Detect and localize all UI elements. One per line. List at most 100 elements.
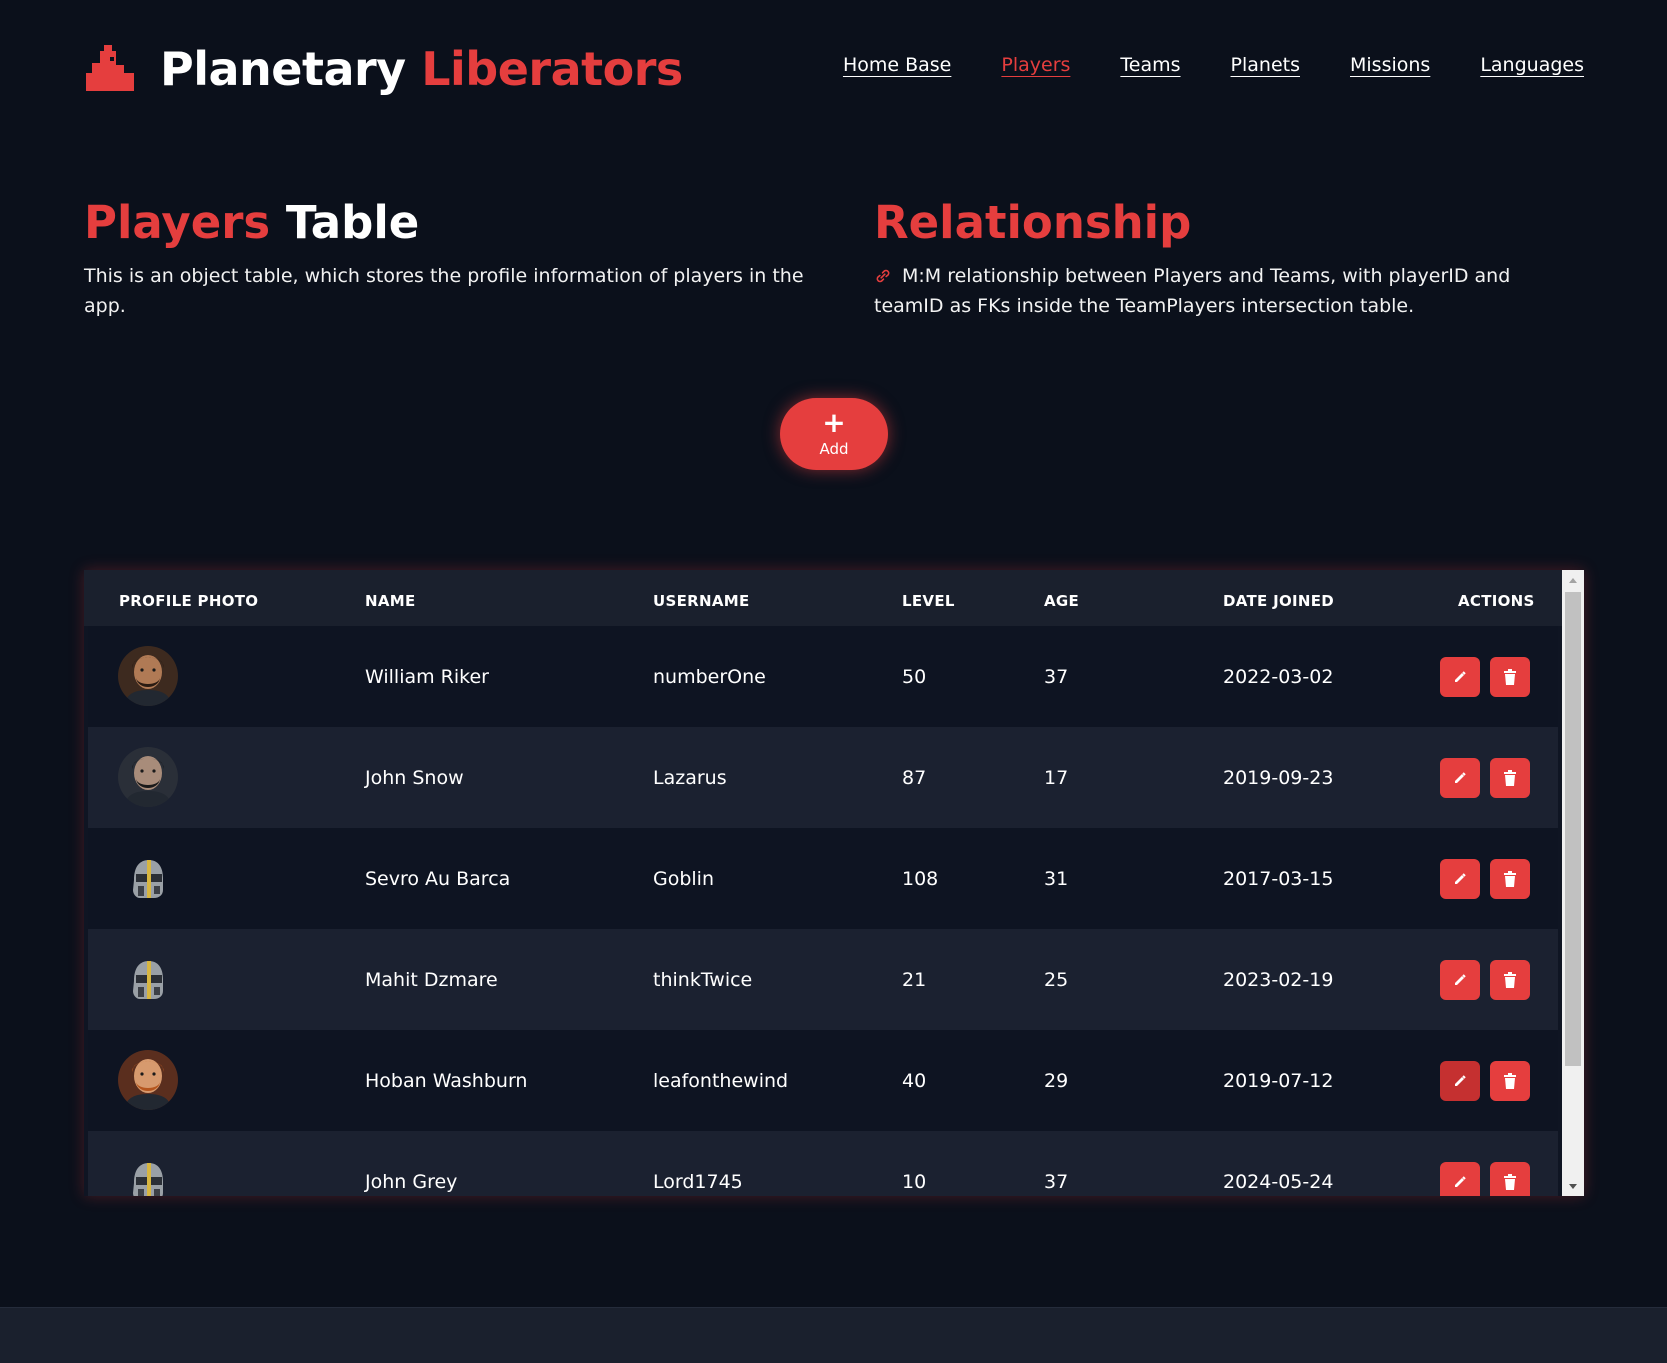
cell-name: Sevro Au Barca xyxy=(365,868,511,890)
cell-username: leafonthewind xyxy=(653,1070,789,1092)
cell-name: William Riker xyxy=(365,666,489,688)
player-avatar xyxy=(118,747,178,807)
main-nav: Home Base Players Teams Planets Missions… xyxy=(843,54,1584,76)
trash-icon xyxy=(1503,871,1517,887)
cell-name: John Snow xyxy=(365,767,464,789)
cell-age: 29 xyxy=(1044,1070,1069,1092)
table-body: William Riker numberOne 50 37 2022-03-02 John… xyxy=(88,626,1558,1196)
relationship-paragraph: M:M relationship between Players and Tea… xyxy=(874,261,1574,321)
pencil-icon xyxy=(1453,670,1467,684)
cell-level: 50 xyxy=(902,666,927,688)
nav-home-base[interactable]: Home Base xyxy=(843,54,951,76)
table-scrollbar[interactable] xyxy=(1562,570,1584,1196)
trash-icon xyxy=(1503,770,1517,786)
table-header: PROFILE PHOTO NAME USERNAME LEVEL AGE DA… xyxy=(84,570,1562,626)
brand-word-2: Liberators xyxy=(421,42,683,96)
trash-icon xyxy=(1503,972,1517,988)
pencil-icon xyxy=(1453,1074,1467,1088)
brand-logo[interactable]: Planetary Liberators xyxy=(84,42,683,96)
edit-button[interactable] xyxy=(1440,758,1480,798)
col-age: AGE xyxy=(1044,592,1080,610)
cell-level: 21 xyxy=(902,969,927,991)
edit-button[interactable] xyxy=(1440,859,1480,899)
cell-age: 37 xyxy=(1044,1171,1069,1193)
edit-button[interactable] xyxy=(1440,1162,1480,1196)
cell-username: numberOne xyxy=(653,666,766,688)
trash-icon xyxy=(1503,669,1517,685)
delete-button[interactable] xyxy=(1490,758,1530,798)
scroll-thumb[interactable] xyxy=(1565,592,1581,1066)
cell-level: 40 xyxy=(902,1070,927,1092)
rocket-castle-icon xyxy=(86,45,134,91)
player-avatar xyxy=(118,1050,178,1110)
col-username: USERNAME xyxy=(653,592,750,610)
cell-username: Lord1745 xyxy=(653,1171,743,1193)
player-avatar xyxy=(118,1151,178,1196)
table-row: Mahit Dzmare thinkTwice 21 25 2023-02-19 xyxy=(88,929,1558,1030)
col-level: LEVEL xyxy=(902,592,955,610)
scroll-up-arrow-icon[interactable] xyxy=(1562,570,1584,590)
col-profile-photo: PROFILE PHOTO xyxy=(119,592,259,610)
title-players: Players xyxy=(84,196,271,249)
delete-button[interactable] xyxy=(1490,657,1530,697)
cell-date-joined: 2019-07-12 xyxy=(1223,1070,1334,1092)
cell-level: 10 xyxy=(902,1171,927,1193)
trash-icon xyxy=(1503,1073,1517,1089)
pencil-icon xyxy=(1453,1175,1467,1189)
delete-button[interactable] xyxy=(1490,960,1530,1000)
title-table: Table xyxy=(285,196,420,249)
edit-button[interactable] xyxy=(1440,960,1480,1000)
brand-word-1: Planetary xyxy=(160,42,406,96)
add-player-button[interactable]: + Add xyxy=(780,398,888,470)
relationship-title: Relationship xyxy=(874,196,1192,249)
relationship-intro: Relationship M:M relationship between Pl… xyxy=(874,200,1574,321)
cell-age: 25 xyxy=(1044,969,1069,991)
table-row: John Snow Lazarus 87 17 2019-09-23 xyxy=(88,727,1558,828)
players-intro: Players Table This is an object table, w… xyxy=(84,200,824,321)
nav-teams[interactable]: Teams xyxy=(1120,54,1180,76)
trash-icon xyxy=(1503,1174,1517,1190)
cell-name: Mahit Dzmare xyxy=(365,969,498,991)
pencil-icon xyxy=(1453,771,1467,785)
cell-age: 17 xyxy=(1044,767,1069,789)
nav-players[interactable]: Players xyxy=(1001,54,1070,76)
cell-level: 87 xyxy=(902,767,927,789)
table-row: Hoban Washburn leafonthewind 40 29 2019-07-1… xyxy=(88,1030,1558,1131)
edit-button[interactable] xyxy=(1440,657,1480,697)
delete-button[interactable] xyxy=(1490,859,1530,899)
add-label: Add xyxy=(819,440,849,458)
nav-languages[interactable]: Languages xyxy=(1480,54,1584,76)
delete-button[interactable] xyxy=(1490,1061,1530,1101)
footer xyxy=(0,1307,1667,1363)
col-actions: ACTIONS xyxy=(1458,592,1535,610)
table-row: John Grey Lord1745 10 37 2024-05-24 xyxy=(88,1131,1558,1196)
brand-title: Planetary Liberators xyxy=(160,42,683,96)
player-avatar xyxy=(118,646,178,706)
player-avatar xyxy=(118,949,178,1009)
edit-button[interactable] xyxy=(1440,1061,1480,1101)
pencil-icon xyxy=(1453,973,1467,987)
cell-date-joined: 2017-03-15 xyxy=(1223,868,1334,890)
cell-date-joined: 2022-03-02 xyxy=(1223,666,1334,688)
cell-username: Lazarus xyxy=(653,767,727,789)
scroll-down-arrow-icon[interactable] xyxy=(1562,1176,1584,1196)
nav-planets[interactable]: Planets xyxy=(1231,54,1300,76)
players-description: This is an object table, which stores th… xyxy=(84,265,804,317)
pencil-icon xyxy=(1453,872,1467,886)
plus-icon: + xyxy=(822,406,846,439)
cell-date-joined: 2023-02-19 xyxy=(1223,969,1334,991)
link-icon xyxy=(876,269,890,283)
nav-missions[interactable]: Missions xyxy=(1350,54,1430,76)
cell-username: thinkTwice xyxy=(653,969,753,991)
cell-date-joined: 2024-05-24 xyxy=(1223,1171,1334,1193)
relationship-description: M:M relationship between Players and Tea… xyxy=(874,265,1511,317)
players-table: PROFILE PHOTO NAME USERNAME LEVEL AGE DA… xyxy=(84,570,1584,1196)
delete-button[interactable] xyxy=(1490,1162,1530,1196)
header: Planetary Liberators Home Base Players T… xyxy=(84,40,1584,104)
table-row: Sevro Au Barca Goblin 108 31 2017-03-15 xyxy=(88,828,1558,929)
cell-age: 37 xyxy=(1044,666,1069,688)
cell-name: John Grey xyxy=(365,1171,458,1193)
player-avatar xyxy=(118,848,178,908)
cell-level: 108 xyxy=(902,868,939,890)
cell-name: Hoban Washburn xyxy=(365,1070,528,1092)
